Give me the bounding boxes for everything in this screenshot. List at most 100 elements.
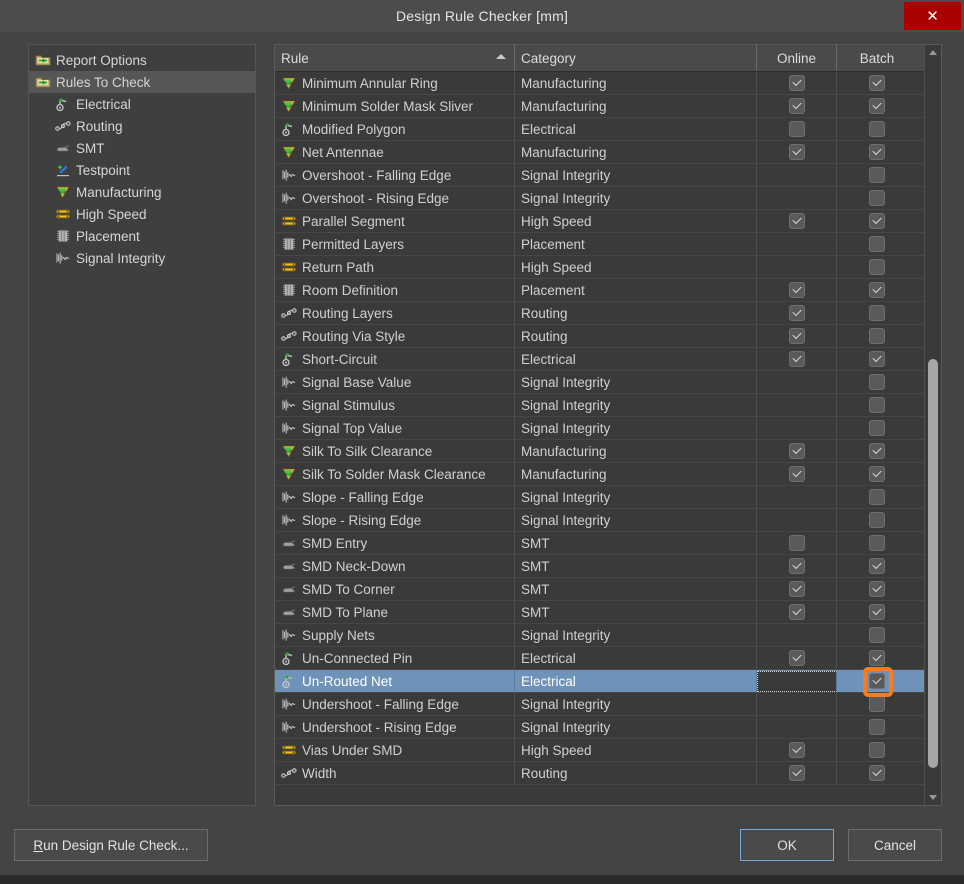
online-checkbox[interactable] [789,351,805,367]
cell-online[interactable] [757,72,837,94]
cell-online[interactable] [757,739,837,761]
cell-online[interactable] [757,371,837,393]
table-row[interactable]: Return PathHigh Speed [275,256,924,279]
online-checkbox[interactable] [789,282,805,298]
batch-checkbox[interactable] [869,650,885,666]
scrollbar-thumb[interactable] [928,359,938,768]
cell-batch[interactable] [837,187,917,209]
cell-online[interactable] [757,95,837,117]
cell-batch[interactable] [837,279,917,301]
cell-batch[interactable] [837,141,917,163]
table-row[interactable]: Un-Connected PinElectrical [275,647,924,670]
online-checkbox[interactable] [789,213,805,229]
cell-batch[interactable] [837,670,917,692]
cell-batch[interactable] [837,601,917,623]
table-row[interactable]: Parallel SegmentHigh Speed [275,210,924,233]
table-row[interactable]: Undershoot - Rising EdgeSignal Integrity [275,716,924,739]
cell-online[interactable] [757,256,837,278]
online-checkbox[interactable] [789,443,805,459]
table-row[interactable]: Supply NetsSignal Integrity [275,624,924,647]
batch-checkbox[interactable] [869,443,885,459]
table-row[interactable]: Short-CircuitElectrical [275,348,924,371]
batch-checkbox[interactable] [869,765,885,781]
cell-online[interactable] [757,302,837,324]
cell-batch[interactable] [837,325,917,347]
cell-batch[interactable] [837,118,917,140]
online-checkbox[interactable] [789,581,805,597]
cell-online[interactable] [757,417,837,439]
batch-checkbox[interactable] [869,75,885,91]
table-row[interactable]: Signal Top ValueSignal Integrity [275,417,924,440]
batch-checkbox[interactable] [869,259,885,275]
table-row[interactable]: Signal StimulusSignal Integrity [275,394,924,417]
column-header-batch[interactable]: Batch [837,45,917,71]
cell-online[interactable] [757,509,837,531]
cell-online[interactable] [757,532,837,554]
cell-online[interactable] [757,486,837,508]
online-checkbox[interactable] [789,305,805,321]
scrollbar-track[interactable] [925,60,941,790]
table-row[interactable]: SMD To PlaneSMT [275,601,924,624]
table-row[interactable]: Minimum Solder Mask SliverManufacturing [275,95,924,118]
online-checkbox[interactable] [789,650,805,666]
sidebar-item-placement[interactable]: Placement [29,225,255,247]
batch-checkbox[interactable] [869,190,885,206]
navigation-tree[interactable]: Report OptionsRules To CheckElectricalRo… [28,44,256,806]
table-row[interactable]: Room DefinitionPlacement [275,279,924,302]
cell-batch[interactable] [837,762,917,784]
cell-online[interactable] [757,279,837,301]
cancel-button[interactable]: Cancel [848,829,942,861]
scroll-down-arrow-icon[interactable] [925,790,941,805]
sidebar-item-smt[interactable]: SMT [29,137,255,159]
cell-online[interactable] [757,624,837,646]
batch-checkbox[interactable] [869,98,885,114]
cell-online[interactable] [757,693,837,715]
batch-checkbox[interactable] [869,305,885,321]
table-row[interactable]: SMD To CornerSMT [275,578,924,601]
online-checkbox[interactable] [789,328,805,344]
cell-batch[interactable] [837,739,917,761]
cell-online[interactable] [757,762,837,784]
batch-checkbox[interactable] [869,282,885,298]
table-row[interactable]: Un-Routed NetElectrical [275,670,924,693]
cell-online[interactable] [757,141,837,163]
table-row[interactable]: Slope - Rising EdgeSignal Integrity [275,509,924,532]
scroll-up-arrow-icon[interactable] [925,45,941,60]
online-checkbox[interactable] [789,466,805,482]
sidebar-item-electrical[interactable]: Electrical [29,93,255,115]
cell-batch[interactable] [837,417,917,439]
cell-online[interactable] [757,348,837,370]
cell-online[interactable] [757,463,837,485]
table-row[interactable]: Routing Via StyleRouting [275,325,924,348]
batch-checkbox[interactable] [869,696,885,712]
batch-checkbox[interactable] [869,512,885,528]
batch-checkbox[interactable] [869,742,885,758]
cell-online[interactable] [757,187,837,209]
batch-checkbox[interactable] [869,719,885,735]
cell-online[interactable] [757,601,837,623]
cell-batch[interactable] [837,486,917,508]
cell-batch[interactable] [837,394,917,416]
online-checkbox[interactable] [789,604,805,620]
online-checkbox[interactable] [789,558,805,574]
cell-batch[interactable] [837,233,917,255]
sidebar-item-high-speed[interactable]: High Speed [29,203,255,225]
batch-checkbox[interactable] [869,581,885,597]
table-row[interactable]: Net AntennaeManufacturing [275,141,924,164]
batch-checkbox[interactable] [869,236,885,252]
cell-online[interactable] [757,440,837,462]
cell-batch[interactable] [837,463,917,485]
sidebar-item-report-options[interactable]: Report Options [29,49,255,71]
batch-checkbox[interactable] [869,420,885,436]
table-row[interactable]: Undershoot - Falling EdgeSignal Integrit… [275,693,924,716]
batch-checkbox[interactable] [869,604,885,620]
cell-online[interactable] [757,647,837,669]
batch-checkbox[interactable] [869,397,885,413]
batch-checkbox[interactable] [869,627,885,643]
sidebar-item-testpoint[interactable]: Testpoint [29,159,255,181]
table-row[interactable]: SMD EntrySMT [275,532,924,555]
batch-checkbox[interactable] [869,535,885,551]
batch-checkbox[interactable] [869,351,885,367]
cell-batch[interactable] [837,693,917,715]
cell-batch[interactable] [837,302,917,324]
